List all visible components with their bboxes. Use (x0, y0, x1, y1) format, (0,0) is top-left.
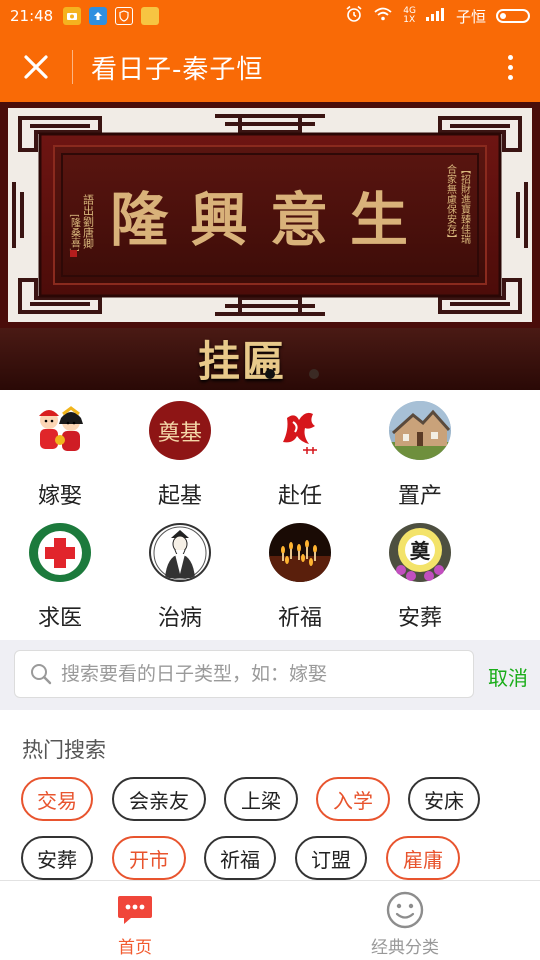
category-furen[interactable]: 赴任 (240, 390, 360, 510)
more-dot-icon (507, 74, 513, 80)
close-icon (24, 55, 48, 79)
battery-icon (496, 9, 530, 23)
more-options-button[interactable] (480, 32, 540, 102)
search-box[interactable] (14, 650, 474, 698)
status-bar: 21:48 4G 1X 子恒 (0, 0, 540, 32)
category-grid: 嫁娶 奠基 起基 赴任 置产 求医 治病 祈福 奠 安葬 (0, 390, 540, 640)
notification-camera-icon (63, 7, 82, 25)
category-label: 起基 (157, 484, 202, 509)
banner-carousel[interactable]: 語出劉唐卿 [隆桑喜] 【招財進寶臻佳瑞 合家無慮保安存】 生意興隆 挂匾 (0, 102, 540, 390)
search-input[interactable] (61, 663, 461, 685)
status-right-group: 4G 1X 子恒 (345, 5, 530, 27)
more-dot-icon (507, 54, 513, 60)
foundation-seal-text: 奠基 (157, 420, 202, 446)
plaque-image: 語出劉唐卿 [隆桑喜] 【招財進寶臻佳瑞 合家無慮保安存】 生意興隆 (0, 102, 540, 328)
doctor-portrait-icon (149, 523, 211, 582)
category-label: 安葬 (397, 606, 442, 631)
funeral-wreath-icon: 奠 (389, 523, 451, 582)
medical-cross-icon (29, 523, 91, 582)
banner-caption: 挂匾 (198, 337, 287, 386)
hot-tag[interactable]: 会亲友 (112, 777, 206, 821)
plaque-right-inscription-2: 合家無慮保安存】 (445, 163, 457, 244)
app-page: 21:48 4G 1X 子恒 看日子-秦子恒 語出劉唐卿 [隆桑喜] 【招財進寶… (0, 0, 540, 960)
title-bar: 看日子-秦子恒 (0, 32, 540, 102)
alarm-icon (345, 5, 363, 27)
tab-classic-label: 经典分类 (371, 938, 439, 958)
tab-classic-categories[interactable]: 经典分类 (270, 881, 540, 960)
category-label: 赴任 (277, 484, 322, 509)
hot-tag[interactable]: 上梁 (224, 777, 298, 821)
cancel-button[interactable]: 取消 (488, 662, 528, 691)
notification-note-icon (141, 7, 160, 25)
carousel-dot[interactable] (309, 369, 319, 379)
wedding-couple-icon (29, 401, 91, 460)
category-qiji[interactable]: 奠基 起基 (120, 390, 240, 510)
horse-calligraphy-icon (269, 401, 331, 460)
category-qiuyi[interactable]: 求医 (0, 512, 120, 632)
category-label: 祈福 (277, 606, 322, 631)
funeral-wreath-text: 奠 (410, 539, 430, 563)
category-zhibing[interactable]: 治病 (120, 512, 240, 632)
bottom-tab-bar: 首页 经典分类 (0, 880, 540, 960)
category-label: 治病 (157, 606, 202, 631)
plaque-right-inscription: 【招財進寶臻佳瑞 (459, 164, 471, 244)
hot-tag[interactable]: 交易 (21, 777, 93, 821)
more-dot-icon (507, 64, 513, 70)
tab-home-label: 首页 (118, 938, 152, 958)
category-anzang[interactable]: 奠 安葬 (360, 512, 480, 632)
plaque-left-seal: [隆桑喜] (69, 214, 81, 252)
close-button[interactable] (0, 32, 72, 102)
network-indicator: 4G 1X (403, 7, 416, 25)
hot-search-section: 热门搜索 交易 会亲友 上梁 入学 安床 安葬 开市 祈福 订盟 雇庸 (0, 710, 540, 880)
house-icon (389, 401, 451, 460)
search-bar: 取消 (0, 640, 540, 710)
home-message-icon (116, 891, 154, 929)
notification-upload-icon (89, 7, 108, 25)
carousel-dot-active[interactable] (265, 369, 275, 379)
notification-shield-icon (115, 7, 134, 25)
smiley-icon (386, 891, 424, 929)
category-qifu[interactable]: 祈福 (240, 512, 360, 632)
title-divider (72, 50, 73, 84)
hot-tag[interactable]: 开市 (112, 836, 186, 880)
search-icon (31, 664, 52, 685)
page-title: 看日子-秦子恒 (91, 54, 264, 85)
category-label: 求医 (37, 606, 82, 631)
hot-tag[interactable]: 祈福 (204, 836, 276, 880)
hot-tag[interactable]: 安床 (408, 777, 480, 821)
candles-icon (269, 523, 331, 582)
carrier-name: 子恒 (455, 7, 486, 26)
carousel-dots (265, 369, 319, 379)
hot-tag[interactable]: 订盟 (295, 836, 367, 880)
category-label: 置产 (397, 484, 442, 509)
plaque-left-inscription: 語出劉唐卿 (82, 193, 95, 250)
category-jiaqu[interactable]: 嫁娶 (0, 390, 120, 510)
hot-tag[interactable]: 安葬 (21, 836, 93, 880)
category-label: 嫁娶 (37, 484, 82, 509)
plaque-main-text: 生意興隆 (110, 186, 430, 254)
hot-tag[interactable]: 入学 (316, 777, 390, 821)
hot-tag[interactable]: 雇庸 (386, 836, 460, 880)
category-zhichan[interactable]: 置产 (360, 390, 480, 510)
tab-home[interactable]: 首页 (0, 881, 270, 960)
signal-icon (425, 7, 446, 25)
status-time: 21:48 (10, 7, 54, 25)
hot-search-title: 热门搜索 (22, 738, 106, 762)
network-sub: 1X (403, 15, 416, 25)
foundation-seal-icon: 奠基 (149, 401, 211, 460)
wifi-icon (373, 6, 393, 26)
